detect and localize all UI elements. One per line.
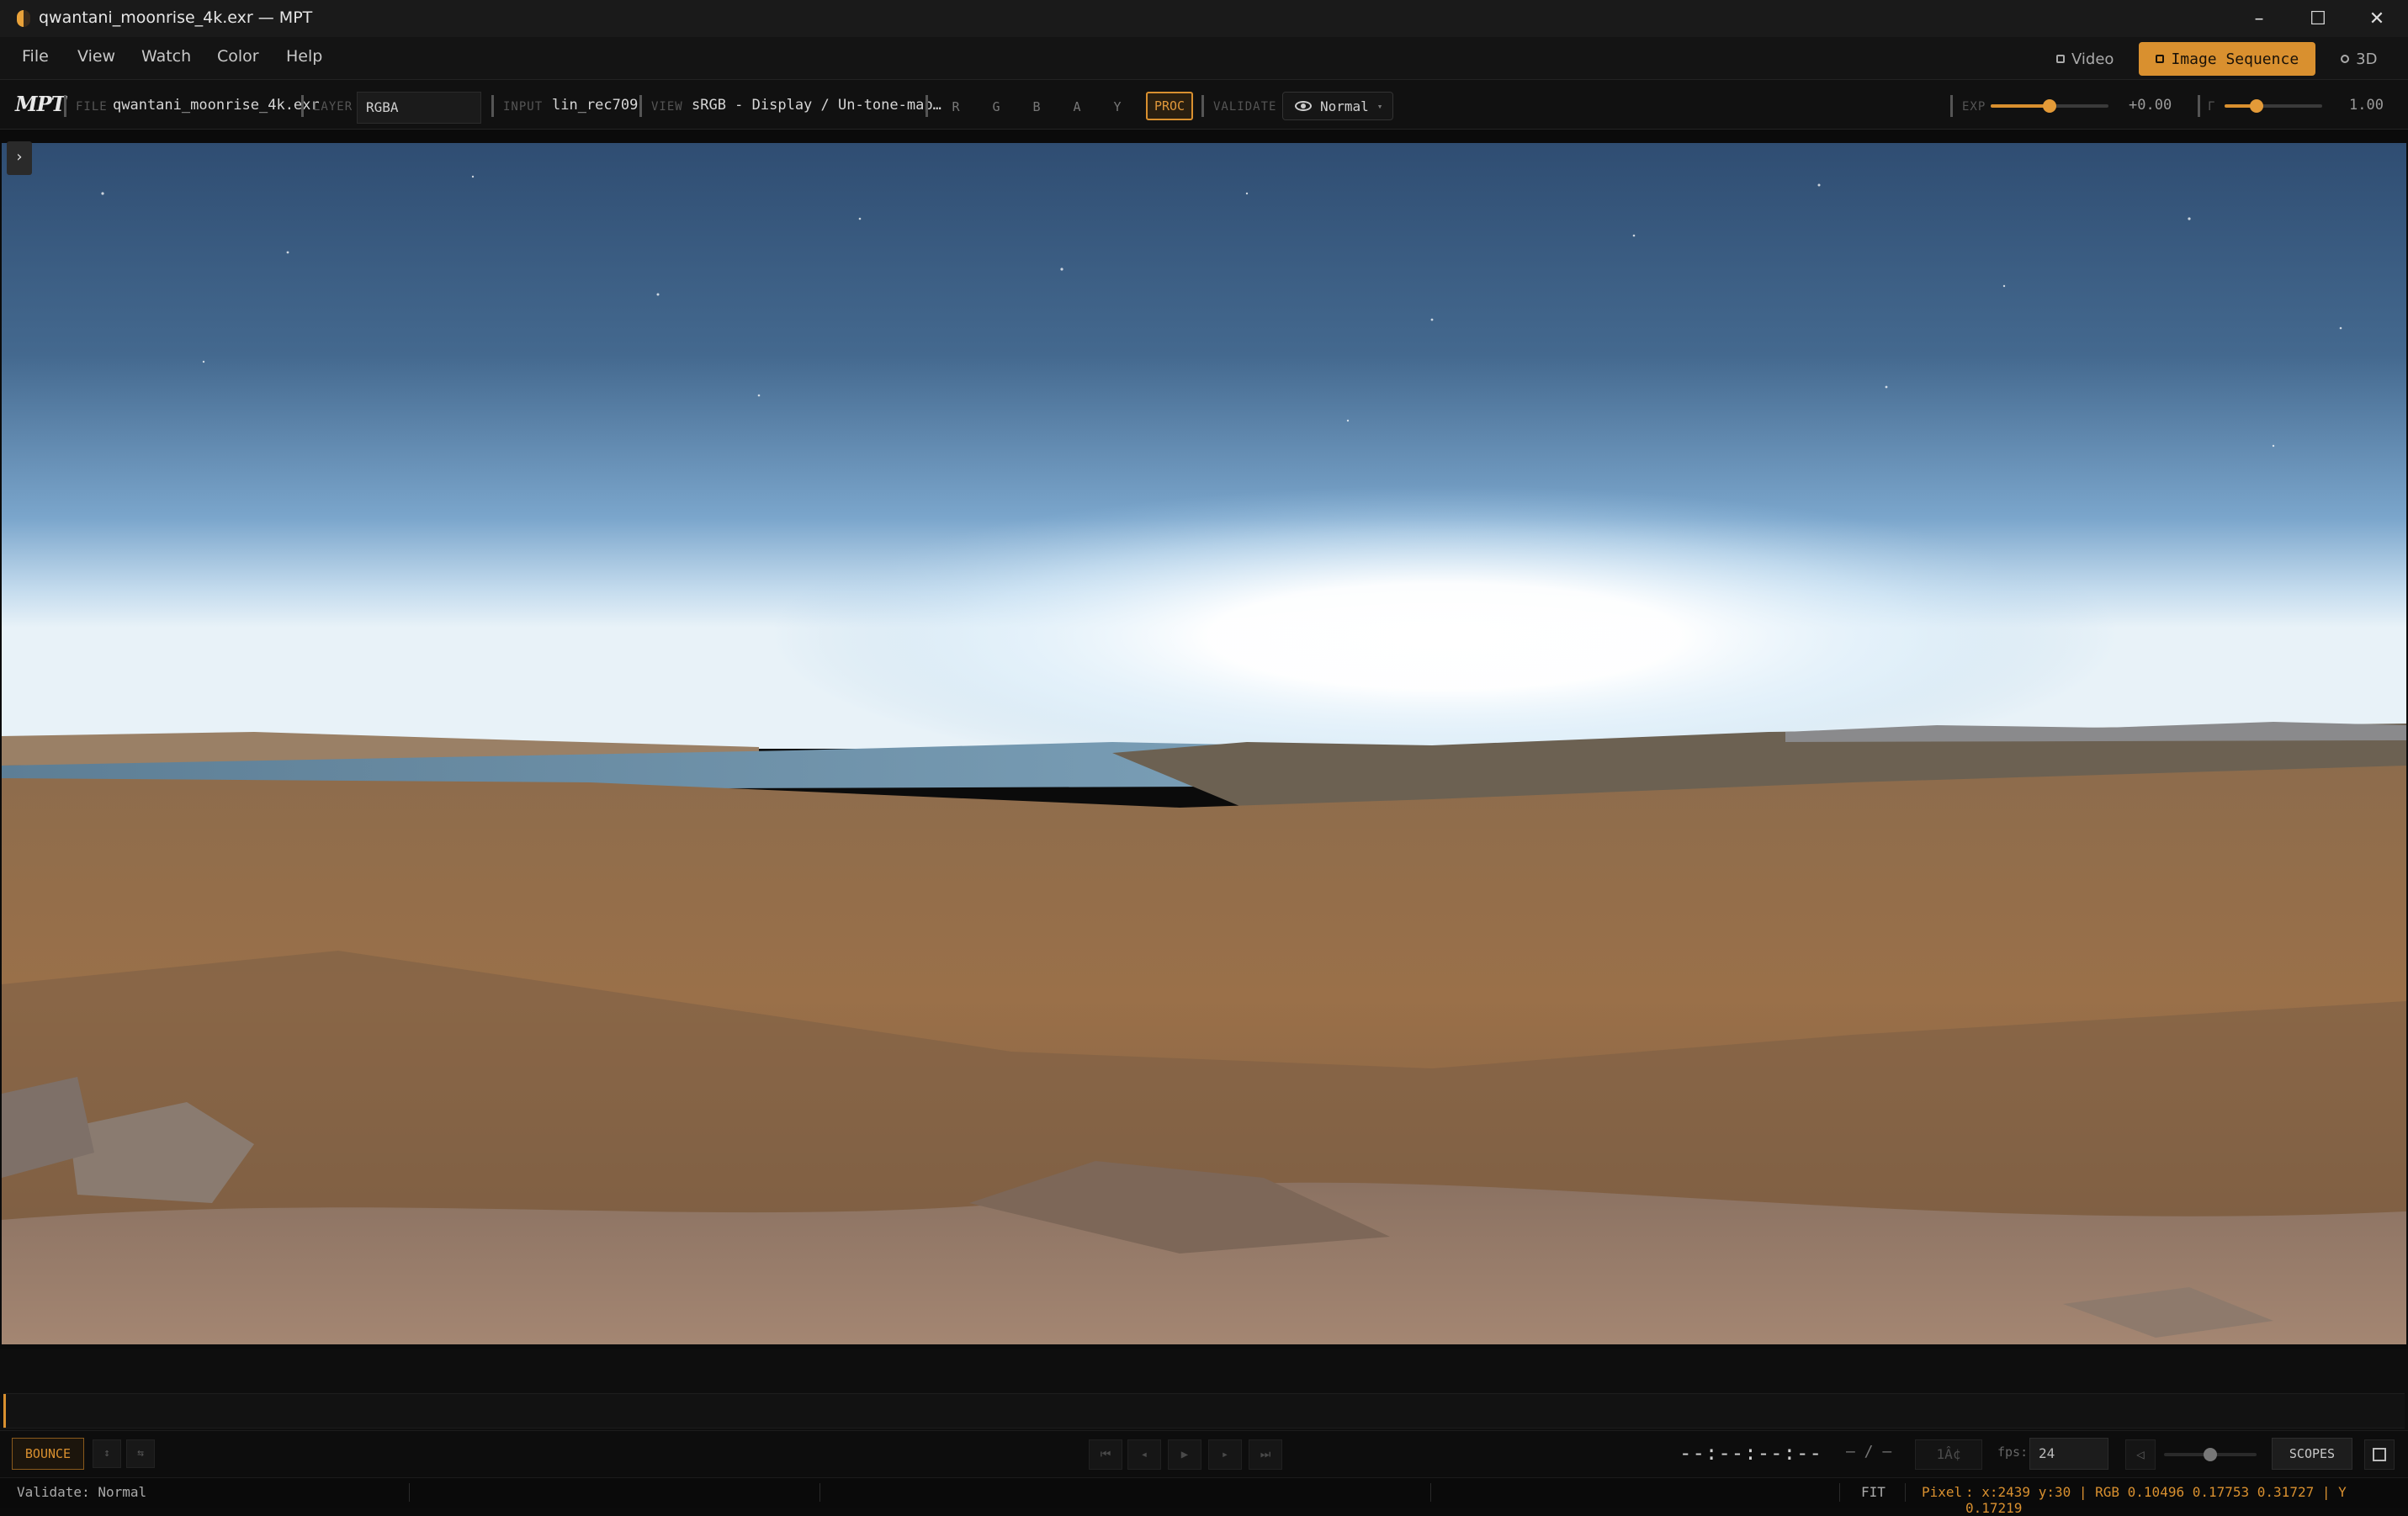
- divider: [1839, 1483, 1840, 1502]
- divider: [1430, 1483, 1431, 1502]
- menu-bar: File View Watch Color Help Video Image S…: [0, 37, 2408, 80]
- divider: [1950, 95, 1953, 117]
- app-icon: [17, 10, 30, 27]
- eye-icon: [1295, 101, 1312, 111]
- minimize-button[interactable]: –: [2235, 5, 2283, 32]
- loop-up-button[interactable]: ↕: [93, 1439, 121, 1468]
- skip-start-button[interactable]: ⏮: [1089, 1439, 1122, 1470]
- divider: [639, 95, 642, 117]
- divider: [1201, 95, 1204, 117]
- divider: [1905, 1483, 1906, 1502]
- channel-b-button[interactable]: B: [1023, 95, 1050, 119]
- app-logo: MPT: [15, 92, 66, 116]
- validate-value: Normal: [1320, 98, 1369, 114]
- timeline-track[interactable]: [3, 1393, 2405, 1429]
- gamma-slider[interactable]: [2225, 99, 2322, 113]
- mode-3d-label: 3D: [2356, 50, 2378, 68]
- fps-input[interactable]: 24: [2029, 1438, 2108, 1470]
- volume-slider-handle[interactable]: [2204, 1448, 2217, 1461]
- maximize-button[interactable]: ☐: [2294, 5, 2342, 32]
- frame-input[interactable]: 1Â¢: [1915, 1439, 1982, 1470]
- bounce-button[interactable]: BOUNCE: [12, 1438, 84, 1470]
- mode-video-button[interactable]: Video: [2039, 42, 2130, 76]
- skip-end-button[interactable]: ⏭: [1249, 1439, 1282, 1470]
- image-sequence-icon: [2156, 55, 2165, 63]
- scopes-button[interactable]: SCOPES: [2272, 1438, 2352, 1470]
- channel-g-button[interactable]: G: [983, 95, 1010, 119]
- layer-label: LAYER: [313, 100, 353, 114]
- 3d-icon: [2341, 55, 2350, 63]
- input-colorspace[interactable]: lin_rec709: [552, 97, 638, 114]
- frame-counter: — / —: [1846, 1443, 1892, 1460]
- channel-y-button[interactable]: Y: [1104, 95, 1131, 119]
- step-back-button[interactable]: ◂: [1127, 1439, 1161, 1470]
- layer-select[interactable]: RGBA: [357, 92, 481, 124]
- mode-image-sequence-label: Image Sequence: [2171, 50, 2299, 68]
- divider: [64, 95, 66, 117]
- gamma-label: Γ: [2208, 100, 2216, 114]
- menu-file[interactable]: File: [22, 47, 49, 66]
- divider: [409, 1483, 410, 1502]
- menu-help[interactable]: Help: [286, 47, 322, 66]
- panel-toggle-button[interactable]: ›: [7, 141, 32, 175]
- validate-label: VALIDATE: [1213, 100, 1277, 114]
- mode-switcher: Video Image Sequence 3D: [2039, 42, 2394, 76]
- transport-bar: BOUNCE ↕ ⇆ ⏮ ◂ ▶ ▸ ⏭ --:--:--:-- — / — 1…: [0, 1430, 2408, 1478]
- fps-label: fps:: [1997, 1444, 2029, 1460]
- exposure-slider-fill: [1991, 104, 2050, 108]
- toolbar: MPT FILE qwantani_moonrise_4k.exr LAYER …: [0, 80, 2408, 130]
- exposure-value: +0.00: [2129, 97, 2172, 114]
- status-validate: Validate: Normal: [17, 1484, 147, 1500]
- step-forward-button[interactable]: ▸: [1208, 1439, 1242, 1470]
- play-button[interactable]: ▶: [1168, 1439, 1201, 1470]
- divider: [301, 95, 304, 117]
- menu-view[interactable]: View: [77, 47, 115, 66]
- volume-slider[interactable]: [2164, 1448, 2257, 1461]
- video-icon: [2056, 55, 2065, 63]
- proc-button[interactable]: PROC: [1146, 92, 1193, 120]
- status-mode: Pixel: [1922, 1484, 1963, 1500]
- menu-color[interactable]: Color: [217, 47, 259, 66]
- gamma-slider-handle[interactable]: [2250, 99, 2264, 113]
- fullscreen-button[interactable]: [2364, 1439, 2395, 1470]
- exposure-label: EXP: [1962, 100, 1986, 114]
- window-title: qwantani_moonrise_4k.exr — MPT: [39, 8, 313, 27]
- divider: [2198, 95, 2200, 117]
- panorama-image: [2, 143, 2406, 1344]
- divider: [926, 95, 928, 117]
- mode-video-label: Video: [2071, 50, 2114, 68]
- mode-image-sequence-button[interactable]: Image Sequence: [2139, 42, 2316, 76]
- status-bar: Validate: Normal FIT Pixel : x:2439 y:30…: [0, 1477, 2408, 1516]
- file-name: qwantani_moonrise_4k.exr: [113, 97, 320, 114]
- menu-watch[interactable]: Watch: [141, 47, 191, 66]
- playhead[interactable]: [3, 1394, 6, 1428]
- loop-swap-button[interactable]: ⇆: [126, 1439, 155, 1468]
- gamma-value: 1.00: [2349, 97, 2384, 114]
- exposure-slider-handle[interactable]: [2043, 99, 2056, 113]
- title-bar: qwantani_moonrise_4k.exr — MPT – ☐ ✕: [0, 0, 2408, 38]
- file-label: FILE: [76, 100, 108, 114]
- validate-select[interactable]: Normal ▾: [1282, 92, 1393, 120]
- timecode: --:--:--:--: [1679, 1441, 1822, 1465]
- image-viewer[interactable]: [2, 143, 2406, 1344]
- divider: [819, 1483, 820, 1502]
- channel-a-button[interactable]: A: [1063, 95, 1090, 119]
- mode-3d-button[interactable]: 3D: [2324, 42, 2394, 76]
- view-label: VIEW: [651, 100, 683, 114]
- divider: [491, 95, 494, 117]
- chevron-down-icon: ▾: [1376, 100, 1383, 112]
- exposure-slider[interactable]: [1991, 99, 2108, 113]
- view-transform[interactable]: sRGB - Display / Un-tone-map…: [692, 97, 941, 114]
- timeline[interactable]: [0, 1349, 2408, 1430]
- input-label: INPUT: [503, 100, 544, 114]
- pixel-readout: : x:2439 y:30 | RGB 0.10496 0.17753 0.31…: [1965, 1484, 2347, 1516]
- close-button[interactable]: ✕: [2352, 5, 2401, 32]
- volume-icon[interactable]: ◁: [2125, 1439, 2156, 1470]
- status-fit[interactable]: FIT: [1861, 1484, 1886, 1500]
- channel-r-button[interactable]: R: [942, 95, 969, 119]
